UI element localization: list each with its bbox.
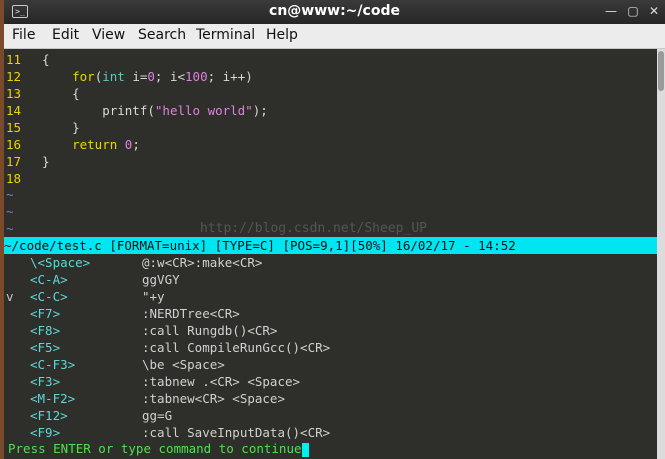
menu-view[interactable]: View xyxy=(92,27,125,43)
window-title: cn@www:~/code xyxy=(269,3,400,19)
code-token: i= xyxy=(124,69,148,84)
tilde-line: ~ xyxy=(6,204,14,219)
mapping-key: <C-C> xyxy=(30,289,68,304)
minimize-icon[interactable]: — xyxy=(604,4,618,18)
code-token: } xyxy=(42,120,80,135)
watermark: http://blog.csdn.net/Sheep_UP xyxy=(200,221,427,236)
mapping-row: <M-F2> :tabnew<CR> <Space> xyxy=(6,390,285,407)
line-number: 17 xyxy=(6,154,22,169)
code-token: printf( xyxy=(42,103,155,118)
terminal-content[interactable]: 11{12 for(int i=0; i<100; i++) 13 {14 pri… xyxy=(4,49,657,459)
mapping-row: v <C-C> "+y xyxy=(6,288,165,305)
text-cursor xyxy=(301,442,309,457)
mapping-command: :NERDTree<CR> xyxy=(142,306,240,321)
mapping-command: :call SaveInputData()<CR> xyxy=(142,425,331,440)
scrollbar-thumb[interactable] xyxy=(658,51,664,91)
close-icon[interactable]: ✕ xyxy=(647,4,661,18)
mapping-key: <F7> xyxy=(30,306,61,321)
mapping-mode: v xyxy=(6,289,14,304)
mapping-key: <F3> xyxy=(30,374,61,389)
mapping-command: :call Rungdb()<CR> xyxy=(142,323,278,338)
menu-terminal[interactable]: Terminal xyxy=(196,27,255,43)
prompt-text: Press ENTER or type command to continue xyxy=(8,441,302,456)
mapping-command: ggVGY xyxy=(142,272,180,287)
code-token: 0 xyxy=(147,69,155,84)
tilde-line: ~ xyxy=(6,187,14,202)
code-line: 17} xyxy=(4,153,50,170)
mapping-row: <C-F3> \be <Space> xyxy=(6,356,225,373)
code-line: 14 printf("hello world"); xyxy=(4,102,268,119)
code-token: for xyxy=(72,69,95,84)
code-token: { xyxy=(42,86,80,101)
code-token: ; i++) xyxy=(207,69,253,84)
mapping-command: @:w<CR>:make<CR> xyxy=(142,255,263,270)
terminal-window: >_ cn@www:~/code — ▢ ✕ File Edit View Se… xyxy=(4,0,665,459)
mapping-command: "+y xyxy=(142,289,165,304)
code-token: ); xyxy=(252,103,268,118)
tilde-line: ~ xyxy=(6,221,14,236)
line-number: 16 xyxy=(6,137,22,152)
code-token: ; xyxy=(132,137,140,152)
mapping-command: :call CompileRunGcc()<CR> xyxy=(142,340,331,355)
line-number: 15 xyxy=(6,120,22,135)
mapping-row: \<Space> @:w<CR>:make<CR> xyxy=(6,254,262,271)
mapping-key: <F5> xyxy=(30,340,61,355)
mapping-command: \be <Space> xyxy=(142,357,225,372)
code-token: int xyxy=(102,69,125,84)
mapping-key: <F12> xyxy=(30,408,68,423)
code-line: 16 return 0; xyxy=(4,136,140,153)
mapping-key: <C-A> xyxy=(30,272,68,287)
code-token: ; i< xyxy=(154,69,186,84)
command-prompt[interactable]: Press ENTER or type command to continue xyxy=(8,440,309,457)
line-number: 13 xyxy=(6,86,22,101)
menu-search[interactable]: Search xyxy=(138,27,186,43)
code-line: 18 xyxy=(4,170,42,187)
mapping-key: <F9> xyxy=(30,425,61,440)
code-line: 11 { xyxy=(4,51,50,68)
mapping-row: <F8> :call Rungdb()<CR> xyxy=(6,322,277,339)
code-token: { xyxy=(42,52,50,67)
code-line: 15 } xyxy=(4,119,80,136)
mapping-command: :tabnew<CR> <Space> xyxy=(142,391,285,406)
line-number: 12 xyxy=(6,69,22,84)
mapping-key: \<Space> xyxy=(30,255,91,270)
maximize-icon[interactable]: ▢ xyxy=(626,4,640,18)
line-number: 18 xyxy=(6,171,22,186)
code-token: } xyxy=(42,154,50,169)
menu-help[interactable]: Help xyxy=(266,27,298,43)
code-token: 100 xyxy=(185,69,208,84)
mapping-key: <C-F3> xyxy=(30,357,76,372)
mapping-row: <F9> :call SaveInputData()<CR> xyxy=(6,424,330,441)
mapping-row: <F7> :NERDTree<CR> xyxy=(6,305,240,322)
line-number: 11 xyxy=(6,52,22,67)
line-number: 14 xyxy=(6,103,22,118)
mapping-row: <C-A> ggVGY xyxy=(6,271,180,288)
code-line: 13 { xyxy=(4,85,80,102)
code-token: "hello world" xyxy=(154,103,253,118)
mapping-row: <F5> :call CompileRunGcc()<CR> xyxy=(6,339,330,356)
mapping-row: <F3> :tabnew .<CR> <Space> xyxy=(6,373,300,390)
menu-bar: File Edit View Search Terminal Help xyxy=(4,24,665,49)
menu-edit[interactable]: Edit xyxy=(52,27,79,43)
menu-file[interactable]: File xyxy=(12,27,35,43)
mapping-command: gg=G xyxy=(142,408,173,423)
title-bar[interactable]: >_ cn@www:~/code — ▢ ✕ xyxy=(4,0,665,24)
mapping-command: :tabnew .<CR> <Space> xyxy=(142,374,301,389)
mapping-key: <M-F2> xyxy=(30,391,76,406)
mapping-key: <F8> xyxy=(30,323,61,338)
scrollbar[interactable] xyxy=(657,49,665,459)
code-token: return xyxy=(72,137,118,152)
mapping-row: <F12> gg=G xyxy=(6,407,172,424)
code-line: 12 for(int i=0; i<100; i++) xyxy=(4,68,253,85)
vim-statusline: ~/code/test.c [FORMAT=unix] [TYPE=C] [PO… xyxy=(4,237,657,254)
